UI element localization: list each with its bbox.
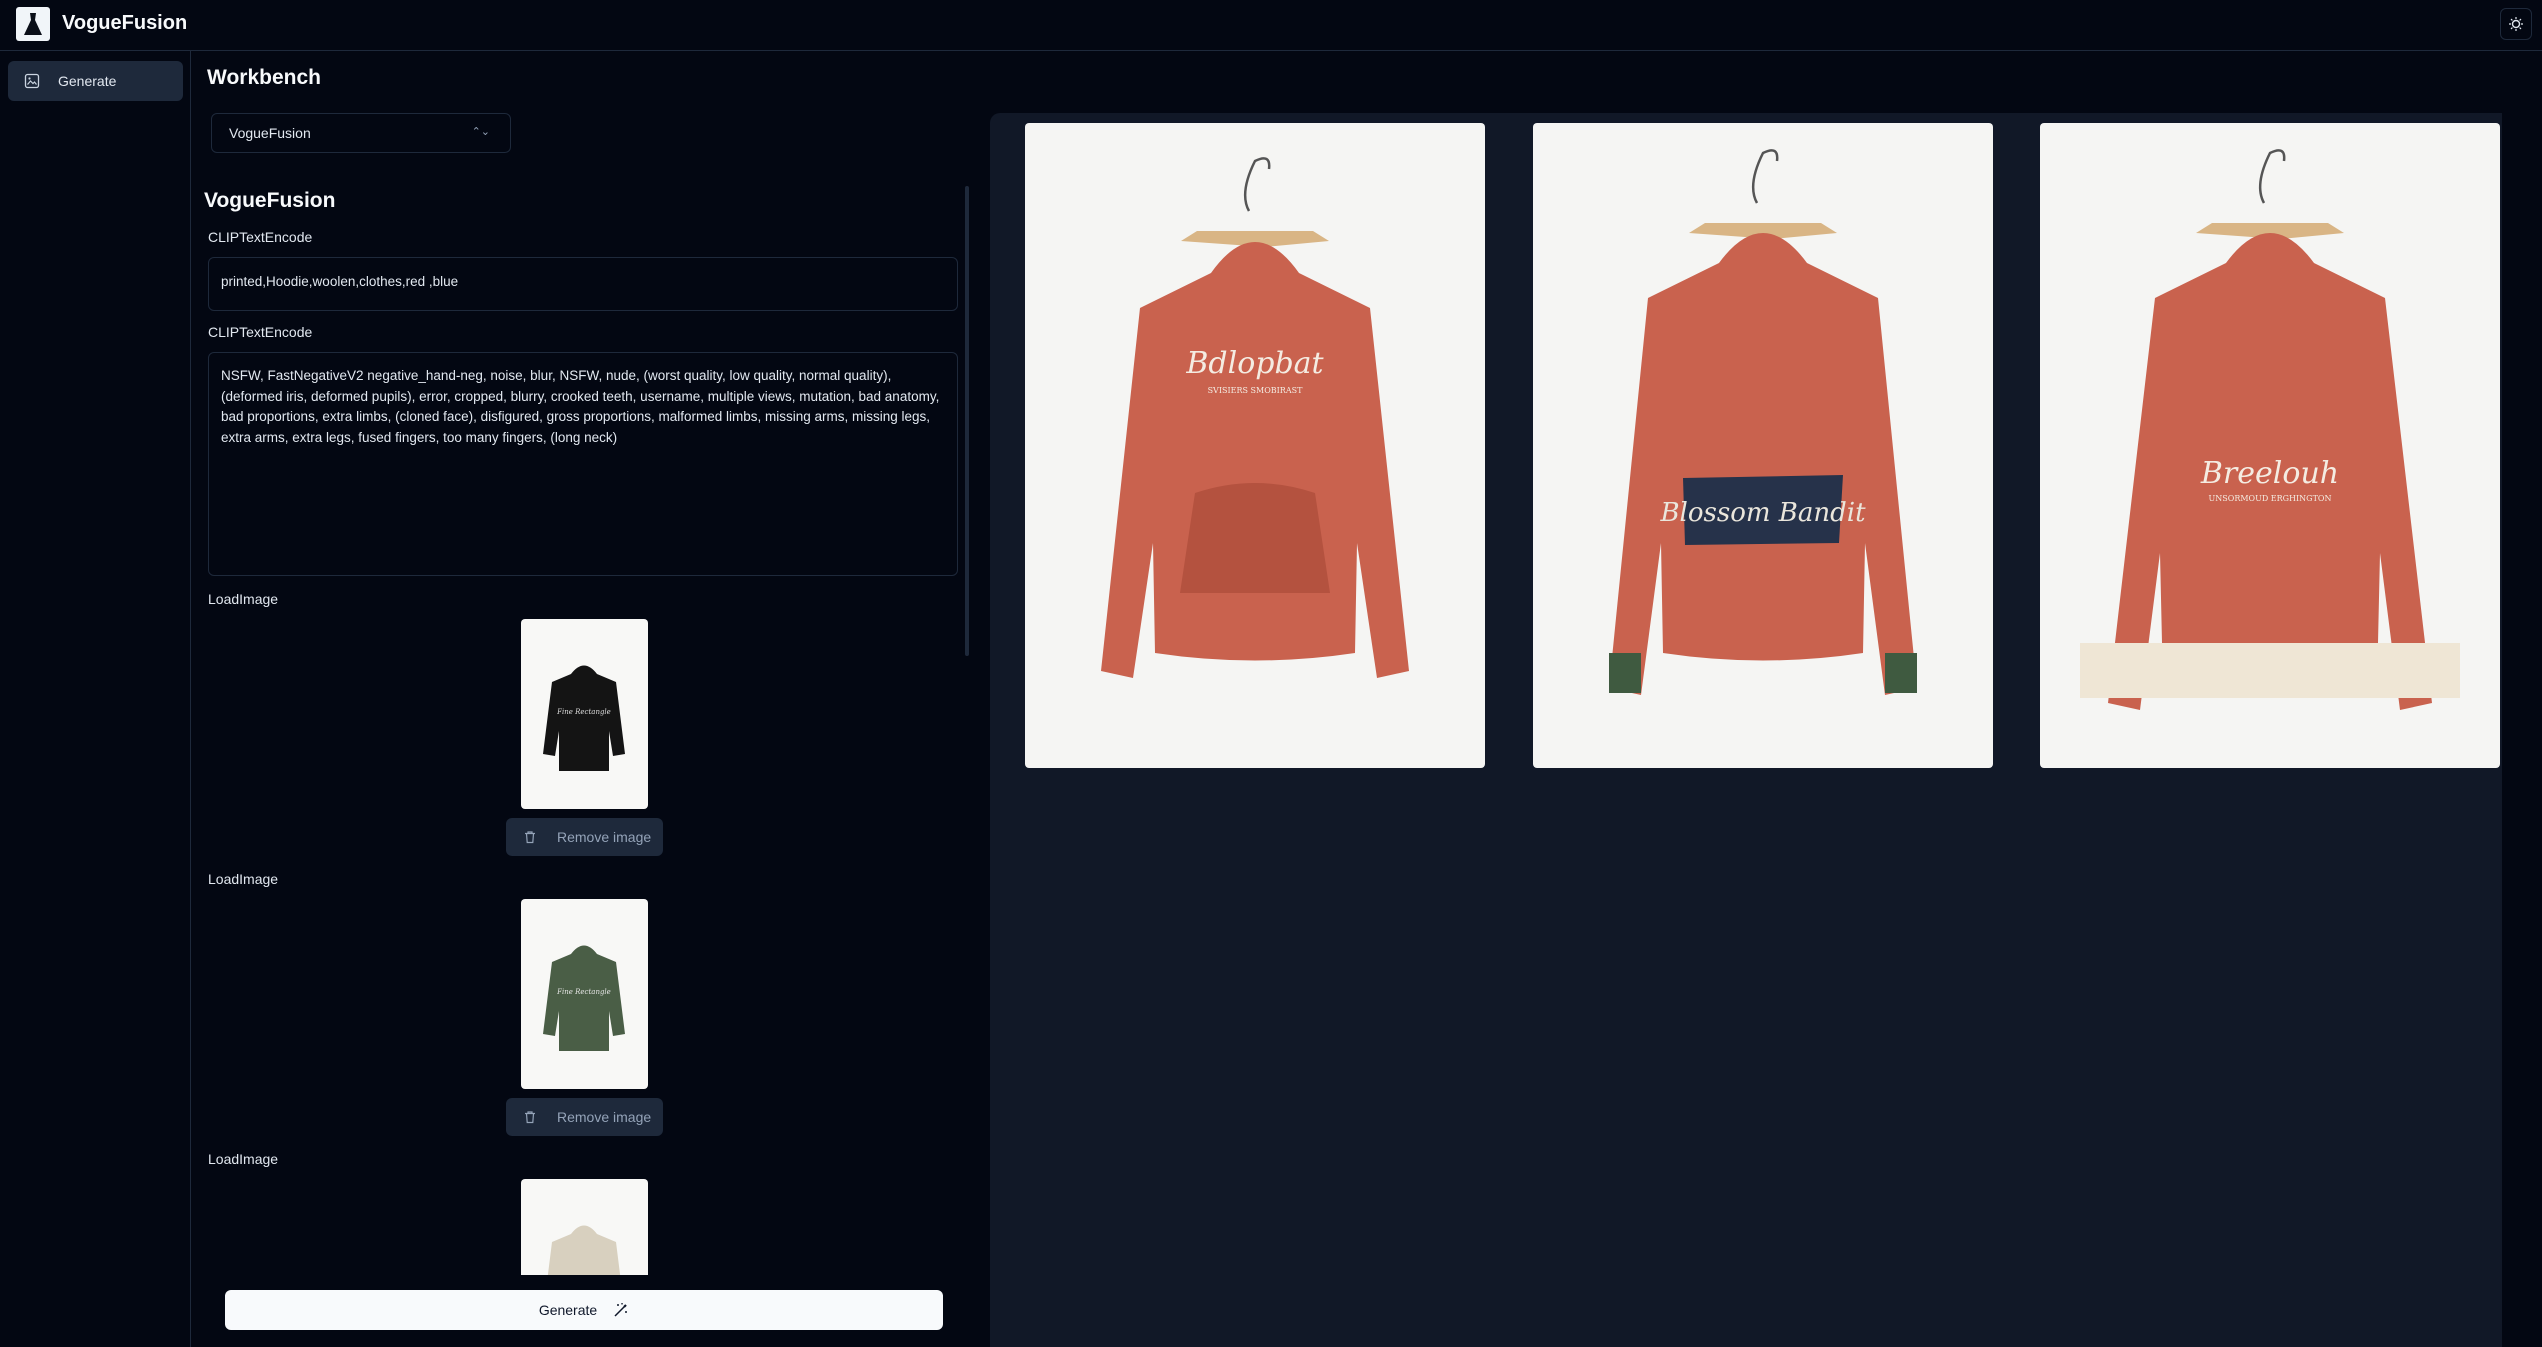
negative-prompt-textarea[interactable]: NSFW, FastNegativeV2 negative_hand-neg, …	[208, 352, 958, 576]
workflow-select[interactable]: VogueFusion ⌃⌄	[211, 113, 511, 153]
svg-text:Fine Rectangle: Fine Rectangle	[556, 988, 611, 996]
result-image[interactable]: Bdlopbat SVISIERS SMOBIRAST	[1025, 123, 1485, 768]
remove-image-label: Remove image	[557, 829, 652, 845]
svg-text:SVISIERS SMOBIRAST: SVISIERS SMOBIRAST	[1208, 386, 1303, 395]
positive-prompt-input[interactable]: printed,Hoodie,woolen,clothes,red ,blue	[208, 257, 958, 311]
workflow-select-value: VogueFusion	[229, 125, 311, 141]
form-title: VogueFusion	[204, 189, 336, 212]
page-title: Workbench	[207, 66, 321, 89]
chevron-up-down-icon: ⌃⌄	[471, 126, 490, 138]
svg-text:Breelouh: Breelouh	[2200, 456, 2339, 491]
sidebar-item-label: Generate	[58, 73, 117, 89]
result-image[interactable]: Blossom Bandit	[1533, 123, 1993, 768]
load-image-preview: Fine Rectangle	[521, 619, 648, 809]
svg-text:Bdlopbat: Bdlopbat	[1185, 346, 1324, 381]
load-image-label: LoadImage	[208, 591, 279, 607]
positive-prompt-label: CLIPTextEncode	[208, 229, 313, 245]
svg-text:Blossom Bandit: Blossom Bandit	[1659, 498, 1866, 528]
results-panel: Bdlopbat SVISIERS SMOBIRAST Blossom Band…	[990, 113, 2502, 1347]
form-scrollbar[interactable]	[965, 186, 969, 656]
sidebar: Generate	[0, 51, 191, 1347]
remove-image-button[interactable]: Remove image	[506, 1098, 663, 1136]
theme-icon	[2509, 17, 2523, 31]
top-bar: VogueFusion	[0, 0, 2542, 51]
magic-wand-icon	[613, 1302, 629, 1318]
logo	[16, 7, 50, 41]
load-image-label: LoadImage	[208, 871, 279, 887]
workflow-form: VogueFusion CLIPTextEncode printed,Hoodi…	[198, 183, 970, 1275]
load-image-preview: Fine Rectangle	[521, 899, 648, 1089]
negative-prompt-label: CLIPTextEncode	[208, 324, 313, 340]
result-image[interactable]: Breelouh UNSORMOUD ERGHINGTON	[2040, 123, 2500, 768]
trash-icon	[523, 830, 537, 844]
svg-text:UNSORMOUD ERGHINGTON: UNSORMOUD ERGHINGTON	[2209, 494, 2332, 503]
app-name: VogueFusion	[62, 12, 188, 34]
dress-logo-icon	[24, 13, 42, 35]
load-image-preview	[521, 1179, 648, 1275]
remove-image-label: Remove image	[557, 1109, 652, 1125]
svg-text:Fine Rectangle: Fine Rectangle	[556, 708, 611, 716]
remove-image-button[interactable]: Remove image	[506, 818, 663, 856]
image-icon	[24, 73, 40, 89]
trash-icon	[523, 1110, 537, 1124]
generate-button[interactable]: Generate	[225, 1290, 943, 1330]
theme-toggle-button[interactable]	[2500, 8, 2532, 40]
sidebar-item-generate[interactable]: Generate	[8, 61, 183, 101]
load-image-label: LoadImage	[208, 1151, 279, 1167]
generate-button-label: Generate	[538, 1302, 598, 1318]
